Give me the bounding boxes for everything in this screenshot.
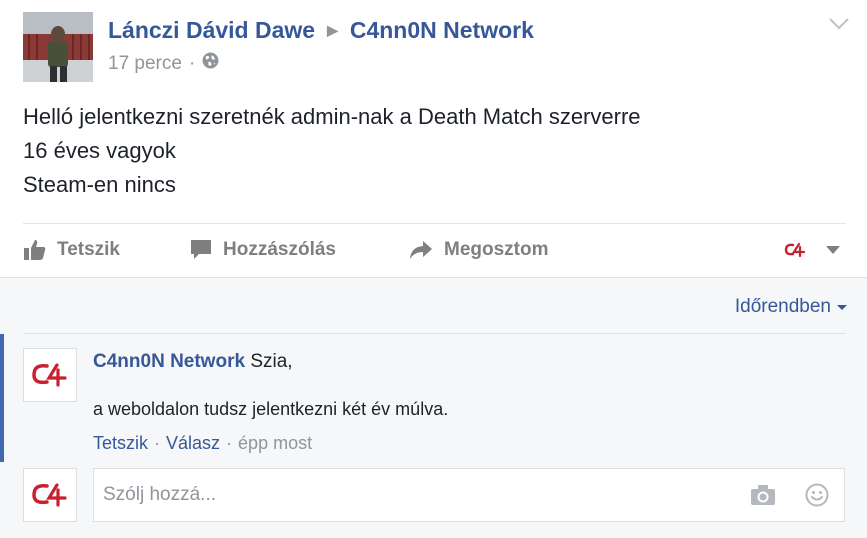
- comment-text-line: a weboldalon tudsz jelentkezni két év mú…: [93, 399, 449, 419]
- comment-button[interactable]: Hozzászólás: [189, 232, 336, 268]
- emoji-icon[interactable]: [805, 483, 829, 512]
- comment-first-line: C4nn0N Network Szia,: [93, 351, 293, 373]
- post-body-line: 16 éves vagyok: [23, 138, 176, 163]
- new-comment-indicator: [0, 334, 4, 462]
- audience-selector[interactable]: [783, 232, 851, 268]
- comment-input-box[interactable]: [93, 468, 845, 522]
- comment-order-dropdown[interactable]: Időrendben: [735, 296, 847, 318]
- speech-bubble-icon: [191, 240, 211, 259]
- order-label: Időrendben: [734, 296, 831, 317]
- c4-logo-icon: [784, 242, 806, 258]
- post-timestamp[interactable]: 17 perce: [108, 53, 182, 75]
- comment-text: Szia,: [250, 351, 293, 372]
- author-photo: [23, 12, 93, 82]
- post-actions-bar: Tetszik Hozzászólás Megosztom: [23, 232, 846, 268]
- share-label: Megosztom: [444, 239, 549, 260]
- comment-reply-link[interactable]: Válasz: [166, 433, 220, 453]
- like-button[interactable]: Tetszik: [23, 232, 120, 268]
- post-body-line: Helló jelentkezni szeretnék admin-nak a …: [23, 104, 641, 129]
- divider: [23, 333, 846, 334]
- globe-icon[interactable]: [202, 52, 219, 75]
- like-label: Tetszik: [57, 239, 121, 260]
- comments-section: Időrendben C4nn0N Network Szia, a webold…: [0, 277, 867, 538]
- comment-timestamp[interactable]: épp most: [238, 433, 312, 453]
- comment-author-link[interactable]: C4nn0N Network: [93, 351, 245, 372]
- author-name-link[interactable]: Lánczi Dávid Dawe: [108, 17, 315, 44]
- group-name-link[interactable]: C4nn0N Network: [350, 17, 534, 44]
- c4-logo-icon: [32, 363, 67, 387]
- meta-separator: ·: [188, 52, 196, 74]
- comment-label: Hozzászólás: [223, 239, 336, 260]
- reply-avatar: [23, 468, 77, 522]
- separator: ·: [154, 433, 161, 453]
- thumbs-up-icon: [24, 240, 46, 260]
- comment-avatar[interactable]: [23, 348, 77, 402]
- post-body: Helló jelentkezni szeretnék admin-nak a …: [23, 100, 641, 202]
- divider: [23, 223, 846, 224]
- separator: ·: [226, 433, 233, 453]
- author-avatar[interactable]: [23, 12, 93, 82]
- caret-down-icon: [826, 246, 840, 254]
- post-body-line: Steam-en nincs: [23, 172, 176, 197]
- comment-input[interactable]: [103, 483, 723, 507]
- triangle-right-icon: ▶: [327, 21, 338, 38]
- c4-logo-icon: [32, 483, 67, 507]
- caret-down-icon: [837, 304, 847, 310]
- comment-actions: Tetszik · Válasz · épp most: [93, 433, 312, 454]
- post-meta: 17 perce ·: [108, 52, 219, 75]
- post-card: Lánczi Dávid Dawe ▶ C4nn0N Network 17 pe…: [0, 0, 867, 277]
- post-options-chevron-icon[interactable]: [826, 14, 852, 34]
- post-header: Lánczi Dávid Dawe ▶ C4nn0N Network: [108, 15, 534, 45]
- share-arrow-icon: [410, 241, 432, 259]
- comment-like-link[interactable]: Tetszik: [93, 433, 148, 453]
- camera-icon[interactable]: [750, 484, 776, 511]
- share-button[interactable]: Megosztom: [408, 232, 549, 268]
